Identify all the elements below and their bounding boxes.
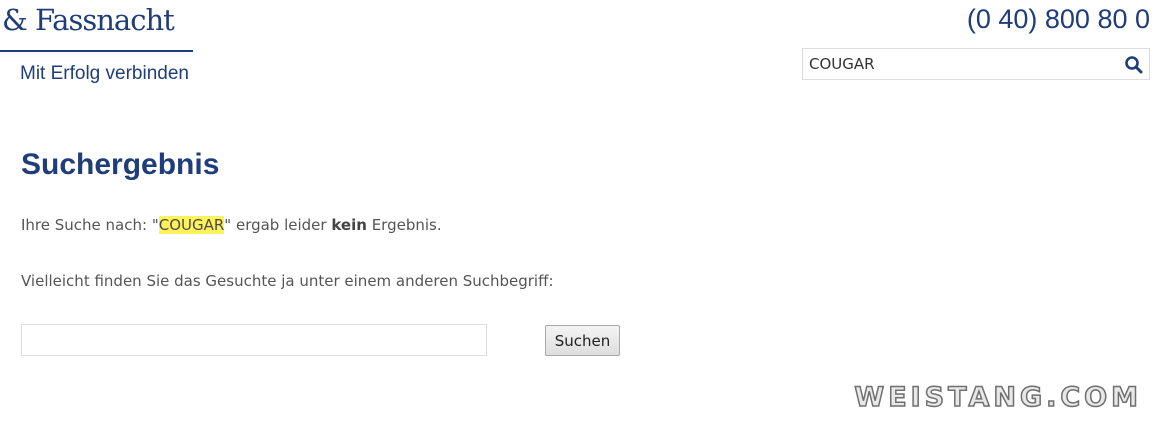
highlighted-query: COUGAR (158, 216, 225, 234)
search-result-message: Ihre Suche nach: "COUGAR" ergab leider k… (21, 214, 442, 236)
result-middle: " ergab leider (224, 216, 332, 234)
search-button[interactable]: Suchen (545, 325, 620, 356)
logo-name: & Fassnacht (2, 3, 175, 37)
search-input[interactable] (21, 324, 487, 356)
search-suggestion-text: Vielleicht finden Sie das Gesuchte ja un… (21, 272, 554, 290)
watermark: WEISTANG.COM (854, 382, 1142, 414)
phone-number[interactable]: (0 40) 800 80 0 (967, 2, 1150, 36)
result-prefix: Ihre Suche nach: " (21, 216, 159, 234)
header-search (802, 48, 1150, 80)
logo-tagline: Mit Erfolg verbinden (20, 63, 189, 84)
page-title: Suchergebnis (21, 148, 220, 181)
result-emphasis: kein (331, 216, 367, 234)
result-suffix: Ergebnis. (366, 216, 442, 234)
logo-divider (0, 50, 193, 52)
page: & Fassnacht Mit Erfolg verbinden (0 40) … (0, 0, 1155, 421)
header-search-input[interactable] (803, 49, 1113, 79)
search-icon[interactable] (1123, 54, 1145, 76)
